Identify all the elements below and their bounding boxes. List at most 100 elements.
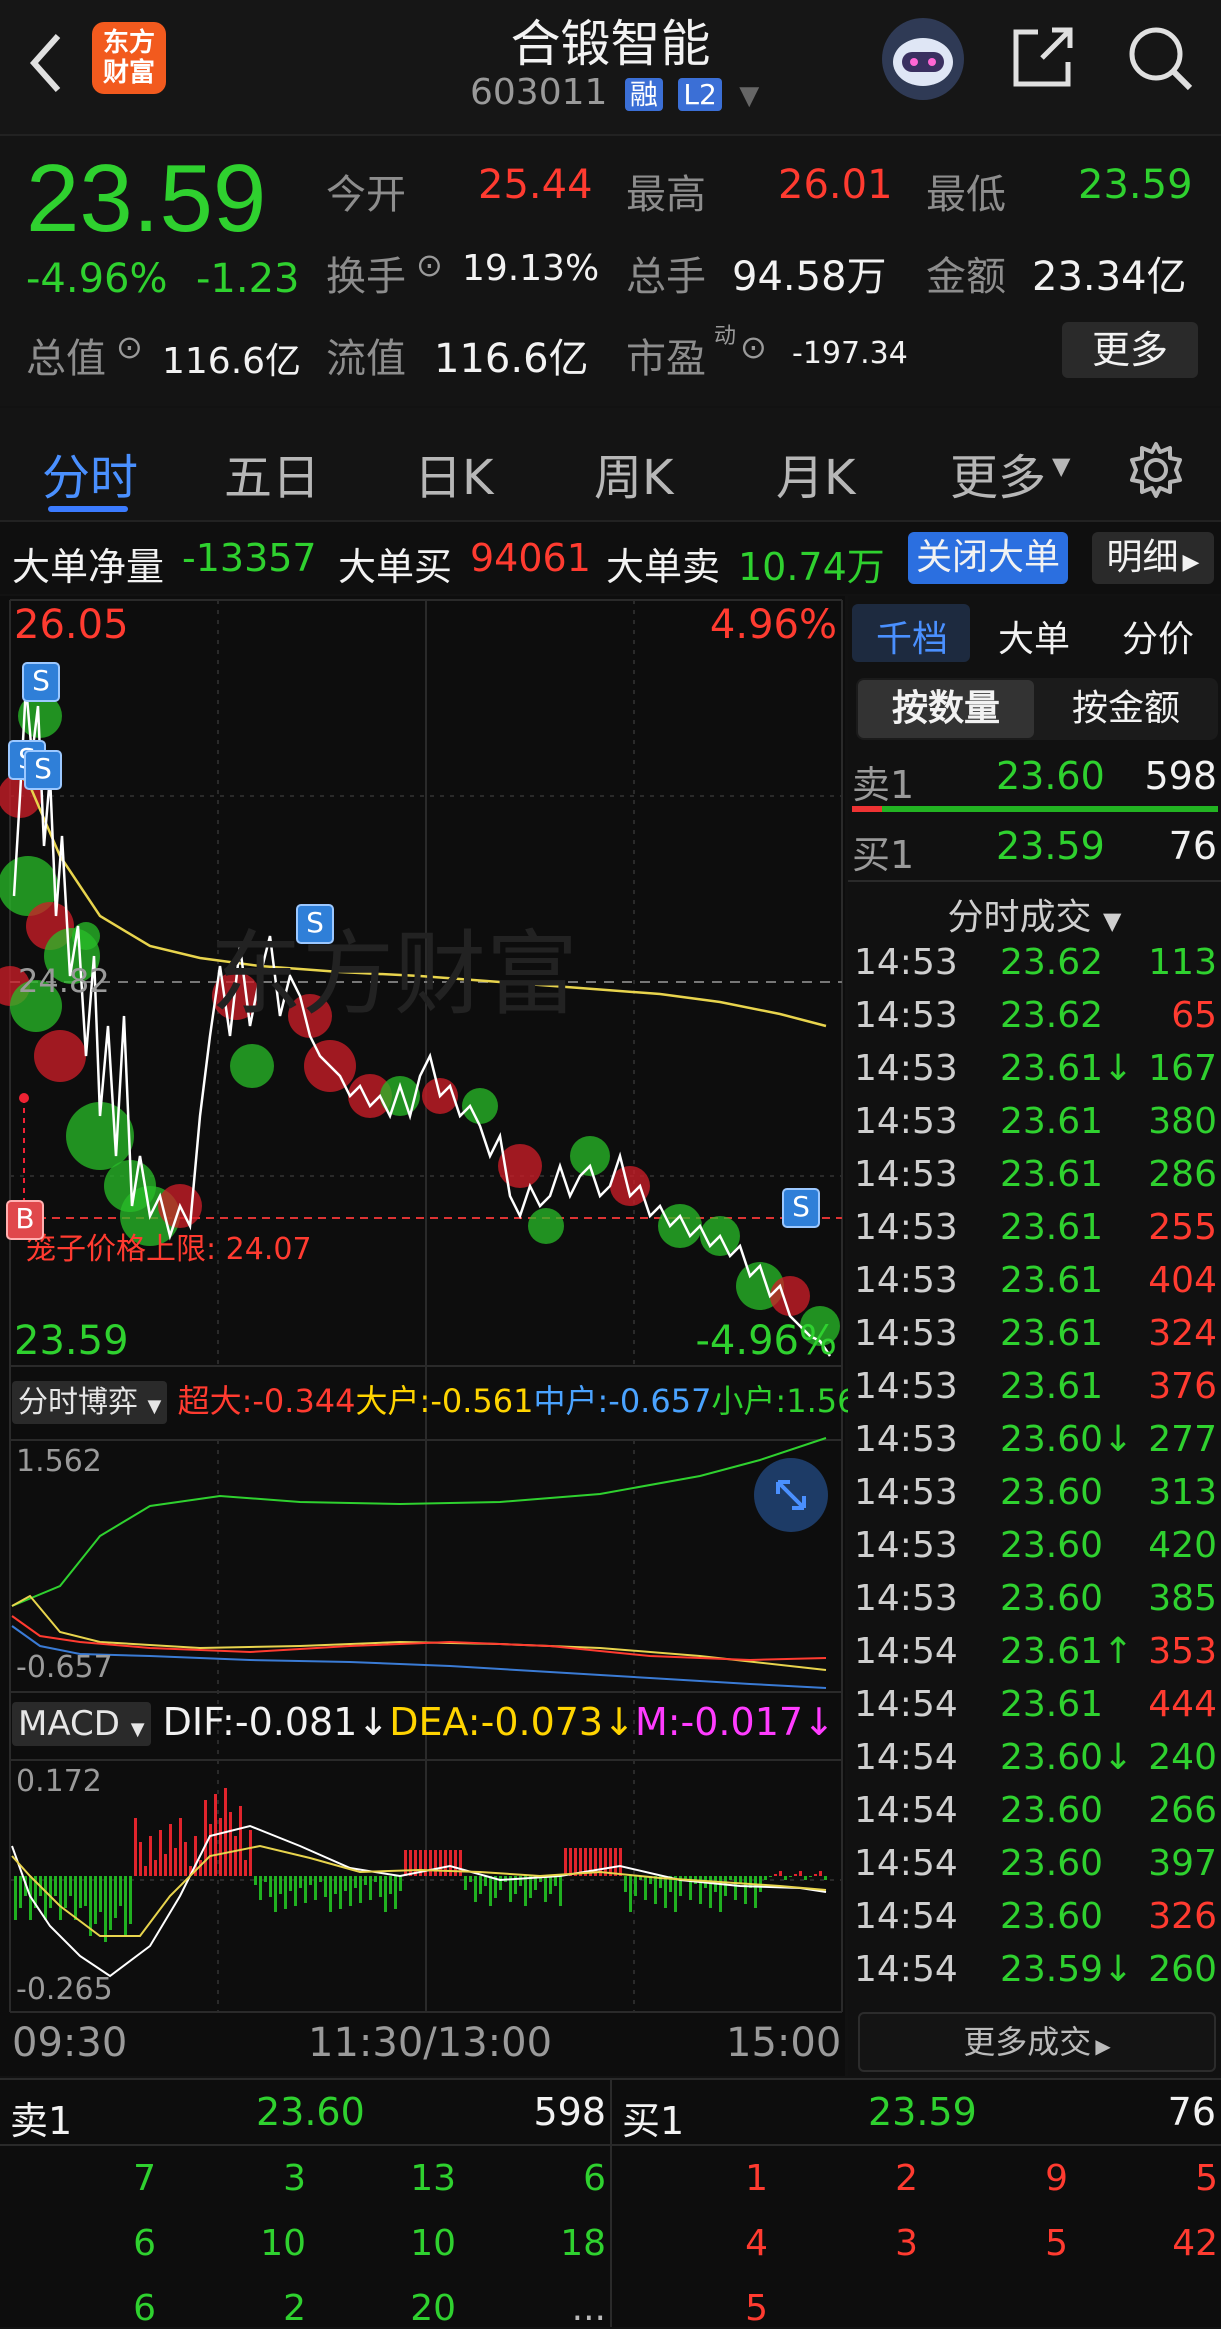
info-icon[interactable]: ⊙ [116,328,143,366]
trade-price: 23.62 [1000,995,1104,1036]
ask-queue-value: 10 [260,2223,306,2264]
sub-tab-amount[interactable]: 按金额 [1038,680,1214,738]
macd-bar [74,1876,77,1920]
sell-label: 大单卖 [606,545,721,589]
macd-bar [479,1876,482,1894]
mid-label: 中户: [533,1382,609,1420]
trade-price: 23.61 [1000,1260,1104,1301]
ask-volume: 598 [1144,754,1217,798]
price-low-label: 23.59 [14,1318,129,1364]
dif-label: DIF: [162,1700,235,1744]
tab-more[interactable]: 更多 [950,438,1046,508]
net-label: 大单净量 [12,545,165,589]
close-big-order-button[interactable]: 关闭大单 [908,532,1068,584]
ask-queue-value: 20 [410,2288,456,2329]
macd-bar [269,1876,272,1897]
turnover-label: 换手 [326,254,406,300]
trade-row: 14:53 23.60 313 [848,1472,1221,1525]
macd-bar [309,1876,312,1885]
macd-bar [94,1876,97,1924]
robot-assistant-icon[interactable] [882,18,964,100]
intraday-chart-area[interactable]: 东方财富 26.05 4.96% 24.82 23.59 -4.96% 笼子价格… [0,596,878,2076]
ask-queue-value: 18 [560,2223,606,2264]
expand-icon[interactable] [754,1458,828,1532]
macd-bar [164,1854,167,1876]
macd-bar [209,1824,212,1876]
mcap-value: 116.6亿 [162,341,302,382]
buy-value: 94061 [470,536,591,580]
macd-selector[interactable]: MACD ▼ [12,1702,151,1746]
trade-volume: 444 [1148,1684,1217,1725]
macd-bar [434,1850,437,1876]
more-trades-button[interactable]: 更多成交 ▶ [858,2012,1216,2072]
side-tab-price[interactable]: 分价 [1122,610,1194,662]
subtitle-row: 603011 融 L2 ▼ [470,72,759,116]
trades-title[interactable]: 分时成交 ▼ [848,888,1221,940]
trade-volume: 255 [1148,1207,1217,1248]
trade-time: 14:54 [854,1684,958,1725]
sub-tab-quantity[interactable]: 按数量 [858,680,1034,738]
tab-intraday[interactable]: 分时 [42,438,138,508]
detail-button[interactable]: 明细 ▶ [1092,532,1214,584]
open-label: 今开 [326,172,406,218]
side-tab-depth-label: 千档 [876,619,949,660]
trade-list[interactable]: 14:53 23.62 113 14:53 23.62 65 14:53 23.61↓ 167 1… [848,942,1221,2002]
macd-bar [404,1850,407,1876]
settings-gear-icon[interactable] [1124,438,1188,502]
sell-marker[interactable]: S [782,1188,820,1228]
chevron-down-icon[interactable]: ▼ [739,81,759,111]
macd-bar [359,1876,362,1903]
tab-weekly-k[interactable]: 周K [594,438,673,508]
trade-volume: 420 [1148,1525,1217,1566]
time-mid: 11:30/13:00 [308,2020,553,2066]
search-icon[interactable] [1124,22,1196,94]
game-selector[interactable]: 分时博弈 ▼ [12,1381,168,1424]
stock-code: 603011 [470,72,608,113]
macd-bar [569,1848,572,1876]
trade-row: 14:54 23.60 326 [848,1896,1221,1949]
tab-daily-k[interactable]: 日K [414,438,493,508]
trade-price: 23.61 [1000,1207,1104,1248]
side-tab-big-order[interactable]: 大单 [998,610,1070,662]
divider [848,880,1221,882]
trade-volume: 385 [1148,1578,1217,1619]
macd-bar [644,1876,647,1900]
macd-bar [64,1876,67,1908]
share-icon[interactable] [1008,22,1078,94]
macd-bar [329,1876,332,1912]
trade-time: 14:53 [854,1260,958,1301]
big-order-bubble [462,1088,498,1124]
trade-time: 14:53 [854,1048,958,1089]
macd-bar [124,1876,127,1936]
macd-max-label: 0.172 [16,1764,102,1799]
macd-bar [789,1876,792,1877]
macd-bar [554,1876,557,1886]
big-order-bubble [658,1204,702,1248]
macd-bar [824,1876,827,1880]
sell-marker[interactable]: S [22,662,60,702]
ask-queue-value: 10 [410,2223,456,2264]
trades-title-label: 分时成交 [947,897,1092,938]
info-icon[interactable]: ⊙ [416,246,443,284]
dropdown-icon[interactable]: ▼ [1052,452,1070,480]
bid-queue-value: 42 [1172,2223,1218,2264]
trade-price: 23.60↓ [1000,1419,1134,1460]
tab-monthly-k[interactable]: 月K [776,438,855,508]
more-trades-label: 更多成交 [963,2023,1092,2061]
sell-marker[interactable]: S [296,904,334,944]
macd-bar [159,1830,162,1876]
trade-price: 23.60 [1000,1472,1104,1513]
amount-label: 金额 [926,254,1006,300]
macd-bar [609,1848,612,1876]
limit-price-label: 笼子价格上限: 24.07 [26,1232,312,1267]
small-label: 小户: [711,1382,787,1420]
sell-marker[interactable]: S [24,750,62,790]
buy-marker[interactable]: B [6,1200,44,1240]
tab-five-day[interactable]: 五日 [224,438,320,508]
more-button[interactable]: 更多 [1062,322,1198,378]
macd-bar [469,1876,472,1882]
macd-bar [519,1876,522,1886]
info-icon[interactable]: ⊙ [740,328,767,366]
macd-bar [299,1876,302,1888]
macd-bar [429,1850,432,1876]
